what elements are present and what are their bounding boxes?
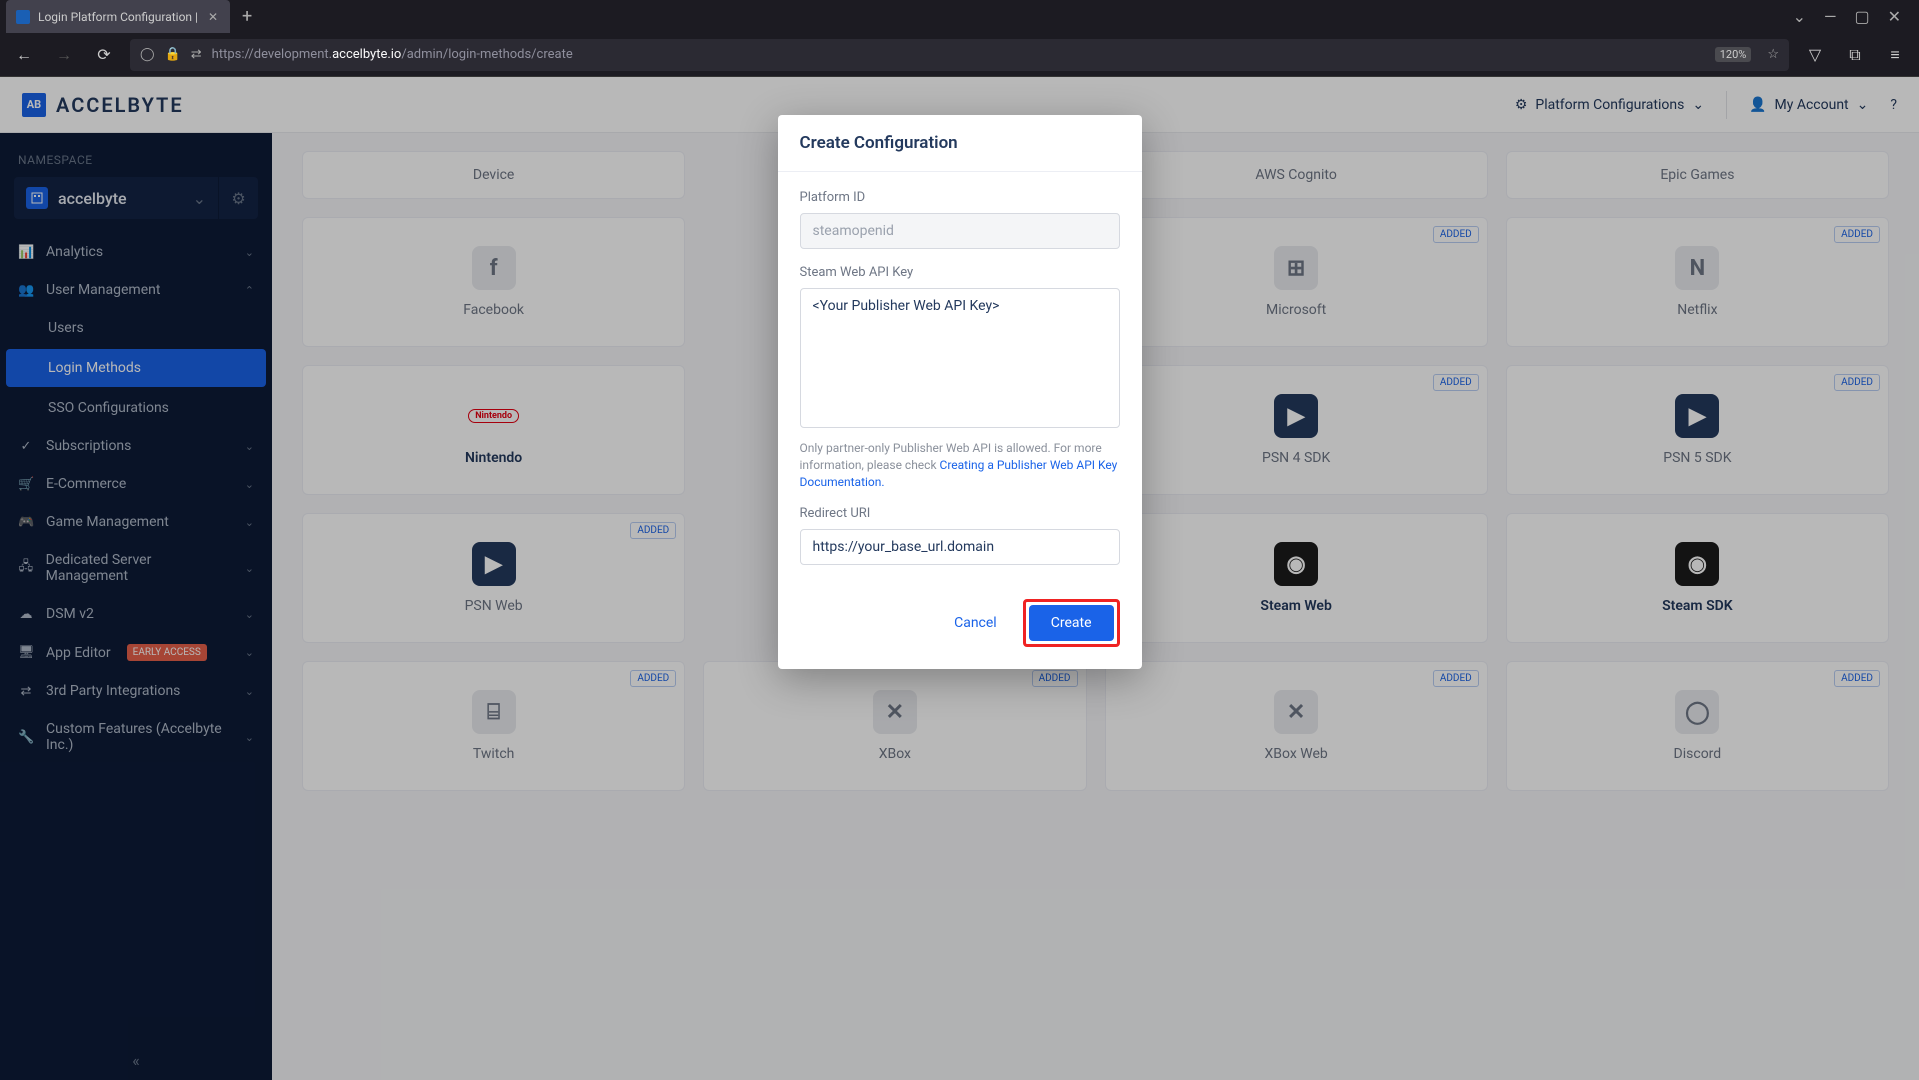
bookmark-star-icon[interactable]: ☆ [1767, 47, 1779, 62]
maximize-icon[interactable]: ▢ [1854, 7, 1869, 26]
url-text: https://development.accelbyte.io/admin/l… [212, 47, 573, 62]
close-window-icon[interactable]: ✕ [1888, 7, 1901, 26]
url-bar[interactable]: ◯ 🔒 ⇄ https://development.accelbyte.io/a… [130, 39, 1789, 71]
close-tab-icon[interactable]: ✕ [206, 10, 220, 24]
forward-button[interactable]: → [50, 41, 78, 69]
new-tab-button[interactable]: + [242, 6, 252, 27]
extensions-icon[interactable]: ⧉ [1841, 41, 1869, 69]
api-key-label: Steam Web API Key [800, 265, 1120, 280]
browser-toolbar: ← → ⟳ ◯ 🔒 ⇄ https://development.accelbyt… [0, 33, 1919, 77]
favicon [16, 10, 30, 24]
window-controls: ⌄ — ▢ ✕ [1793, 7, 1919, 26]
create-button-highlight: Create [1023, 599, 1120, 647]
menu-icon[interactable]: ≡ [1881, 41, 1909, 69]
redirect-uri-input[interactable] [800, 529, 1120, 565]
reload-button[interactable]: ⟳ [90, 41, 118, 69]
platform-id-label: Platform ID [800, 190, 1120, 205]
shield-icon[interactable]: ◯ [140, 47, 155, 62]
lock-icon[interactable]: 🔒 [165, 47, 181, 62]
tab-title: Login Platform Configuration | [38, 10, 198, 24]
permissions-icon[interactable]: ⇄ [191, 47, 202, 62]
browser-tab[interactable]: Login Platform Configuration | ✕ [6, 0, 230, 33]
api-key-helper: Only partner-only Publisher Web API is a… [800, 440, 1120, 490]
back-button[interactable]: ← [10, 41, 38, 69]
cancel-button[interactable]: Cancel [942, 605, 1009, 641]
modal-title: Create Configuration [778, 115, 1142, 172]
app-root: AB ACCELBYTE ⚙ Platform Configurations ⌄… [0, 77, 1919, 1080]
create-button[interactable]: Create [1029, 605, 1114, 641]
minimize-icon[interactable]: — [1824, 7, 1837, 26]
chevron-down-icon[interactable]: ⌄ [1793, 7, 1806, 26]
pocket-icon[interactable]: ▽ [1801, 41, 1829, 69]
browser-tab-strip: Login Platform Configuration | ✕ + ⌄ — ▢… [0, 0, 1919, 33]
platform-id-input [800, 213, 1120, 249]
api-key-textarea[interactable]: <Your Publisher Web API Key> [800, 288, 1120, 428]
zoom-badge[interactable]: 120% [1715, 47, 1752, 62]
redirect-uri-label: Redirect URI [800, 506, 1120, 521]
create-configuration-modal: Create Configuration Platform ID Steam W… [778, 115, 1142, 669]
